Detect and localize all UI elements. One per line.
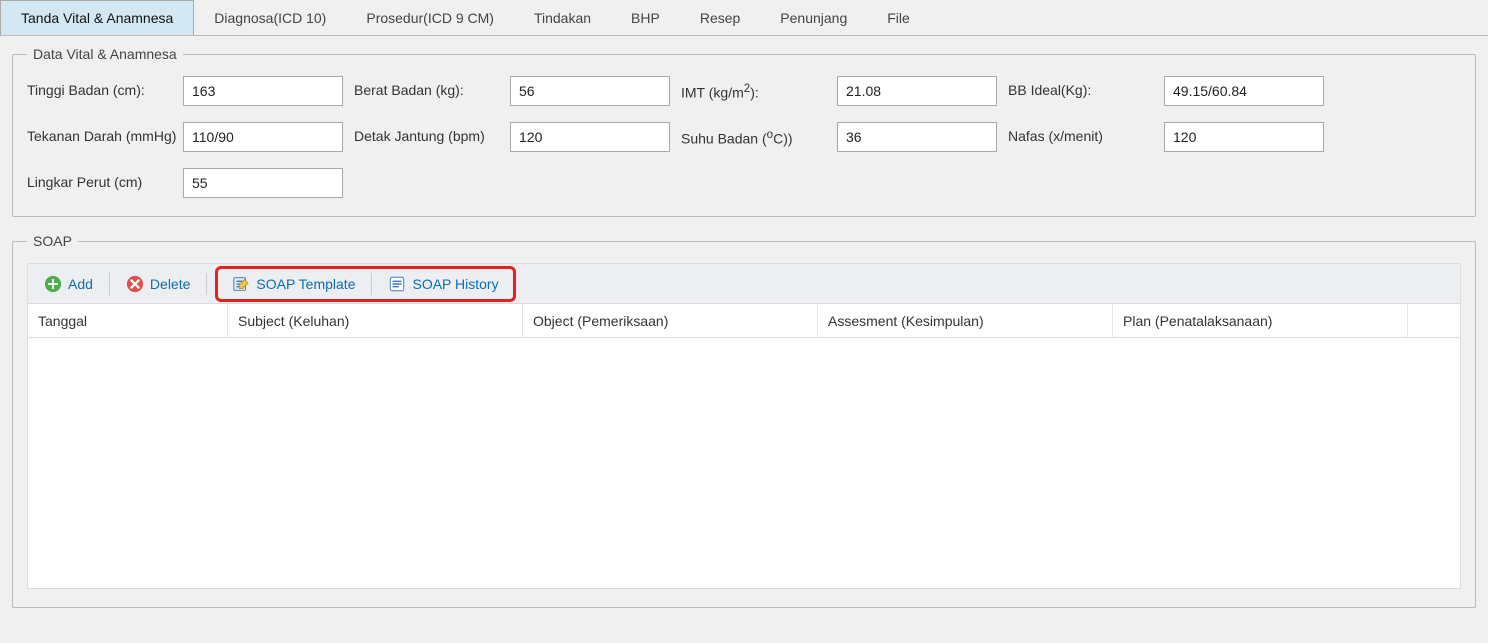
col-subject[interactable]: Subject (Keluhan) [228,304,523,337]
soap-history-label: SOAP History [412,276,498,292]
soap-fieldset: SOAP Add Delete [12,233,1476,608]
delete-label: Delete [150,276,190,292]
add-label: Add [68,276,93,292]
col-assesment[interactable]: Assesment (Kesimpulan) [818,304,1113,337]
x-circle-icon [126,275,144,293]
tab-vital[interactable]: Tanda Vital & Anamnesa [0,0,194,35]
add-button[interactable]: Add [36,271,101,297]
delete-button[interactable]: Delete [118,271,198,297]
soap-table-body [28,338,1460,588]
berat-label: Berat Badan (kg): [354,76,504,100]
imt-input[interactable] [837,76,997,106]
plus-circle-icon [44,275,62,293]
tinggi-input[interactable] [183,76,343,106]
toolbar-separator [371,273,372,295]
soap-template-label: SOAP Template [256,276,355,292]
tab-prosedur[interactable]: Prosedur(ICD 9 CM) [346,0,514,35]
vitals-grid: Tinggi Badan (cm): Berat Badan (kg): IMT… [27,76,1461,198]
nafas-input[interactable] [1164,122,1324,152]
bbideal-input[interactable] [1164,76,1324,106]
toolbar-separator [109,273,110,295]
suhu-input[interactable] [837,122,997,152]
soap-history-button[interactable]: SOAP History [380,271,506,297]
tab-resep[interactable]: Resep [680,0,760,35]
imt-label: IMT (kg/m2): [681,76,831,102]
tab-bar: Tanda Vital & Anamnesa Diagnosa(ICD 10) … [0,0,1488,36]
vitals-legend: Data Vital & Anamnesa [27,46,183,62]
tinggi-label: Tinggi Badan (cm): [27,76,177,100]
soap-legend: SOAP [27,233,78,249]
toolbar-separator [206,273,207,295]
tab-file[interactable]: File [867,0,930,35]
berat-input[interactable] [510,76,670,106]
tab-bhp[interactable]: BHP [611,0,680,35]
col-spacer [1408,304,1432,337]
detak-input[interactable] [510,122,670,152]
tekanan-input[interactable] [183,122,343,152]
tab-tindakan[interactable]: Tindakan [514,0,611,35]
detak-label: Detak Jantung (bpm) [354,122,504,146]
col-plan[interactable]: Plan (Penatalaksanaan) [1113,304,1408,337]
suhu-label: Suhu Badan (oC)) [681,122,831,148]
nafas-label: Nafas (x/menit) [1008,122,1158,146]
col-tanggal[interactable]: Tanggal [28,304,228,337]
history-icon [388,275,406,293]
template-icon [232,275,250,293]
soap-template-button[interactable]: SOAP Template [224,271,363,297]
lingkar-label: Lingkar Perut (cm) [27,168,177,192]
content-area: Data Vital & Anamnesa Tinggi Badan (cm):… [0,36,1488,636]
vitals-fieldset: Data Vital & Anamnesa Tinggi Badan (cm):… [12,46,1476,217]
soap-toolbar: Add Delete [28,264,1460,304]
soap-box: Add Delete [27,263,1461,589]
tab-penunjang[interactable]: Penunjang [760,0,867,35]
highlight-box: SOAP Template SOAP History [215,266,515,302]
soap-table-header: Tanggal Subject (Keluhan) Object (Pemeri… [28,304,1460,338]
bbideal-label: BB Ideal(Kg): [1008,76,1158,100]
lingkar-input[interactable] [183,168,343,198]
col-object[interactable]: Object (Pemeriksaan) [523,304,818,337]
tekanan-label: Tekanan Darah (mmHg) [27,122,177,146]
tab-diagnosa[interactable]: Diagnosa(ICD 10) [194,0,346,35]
